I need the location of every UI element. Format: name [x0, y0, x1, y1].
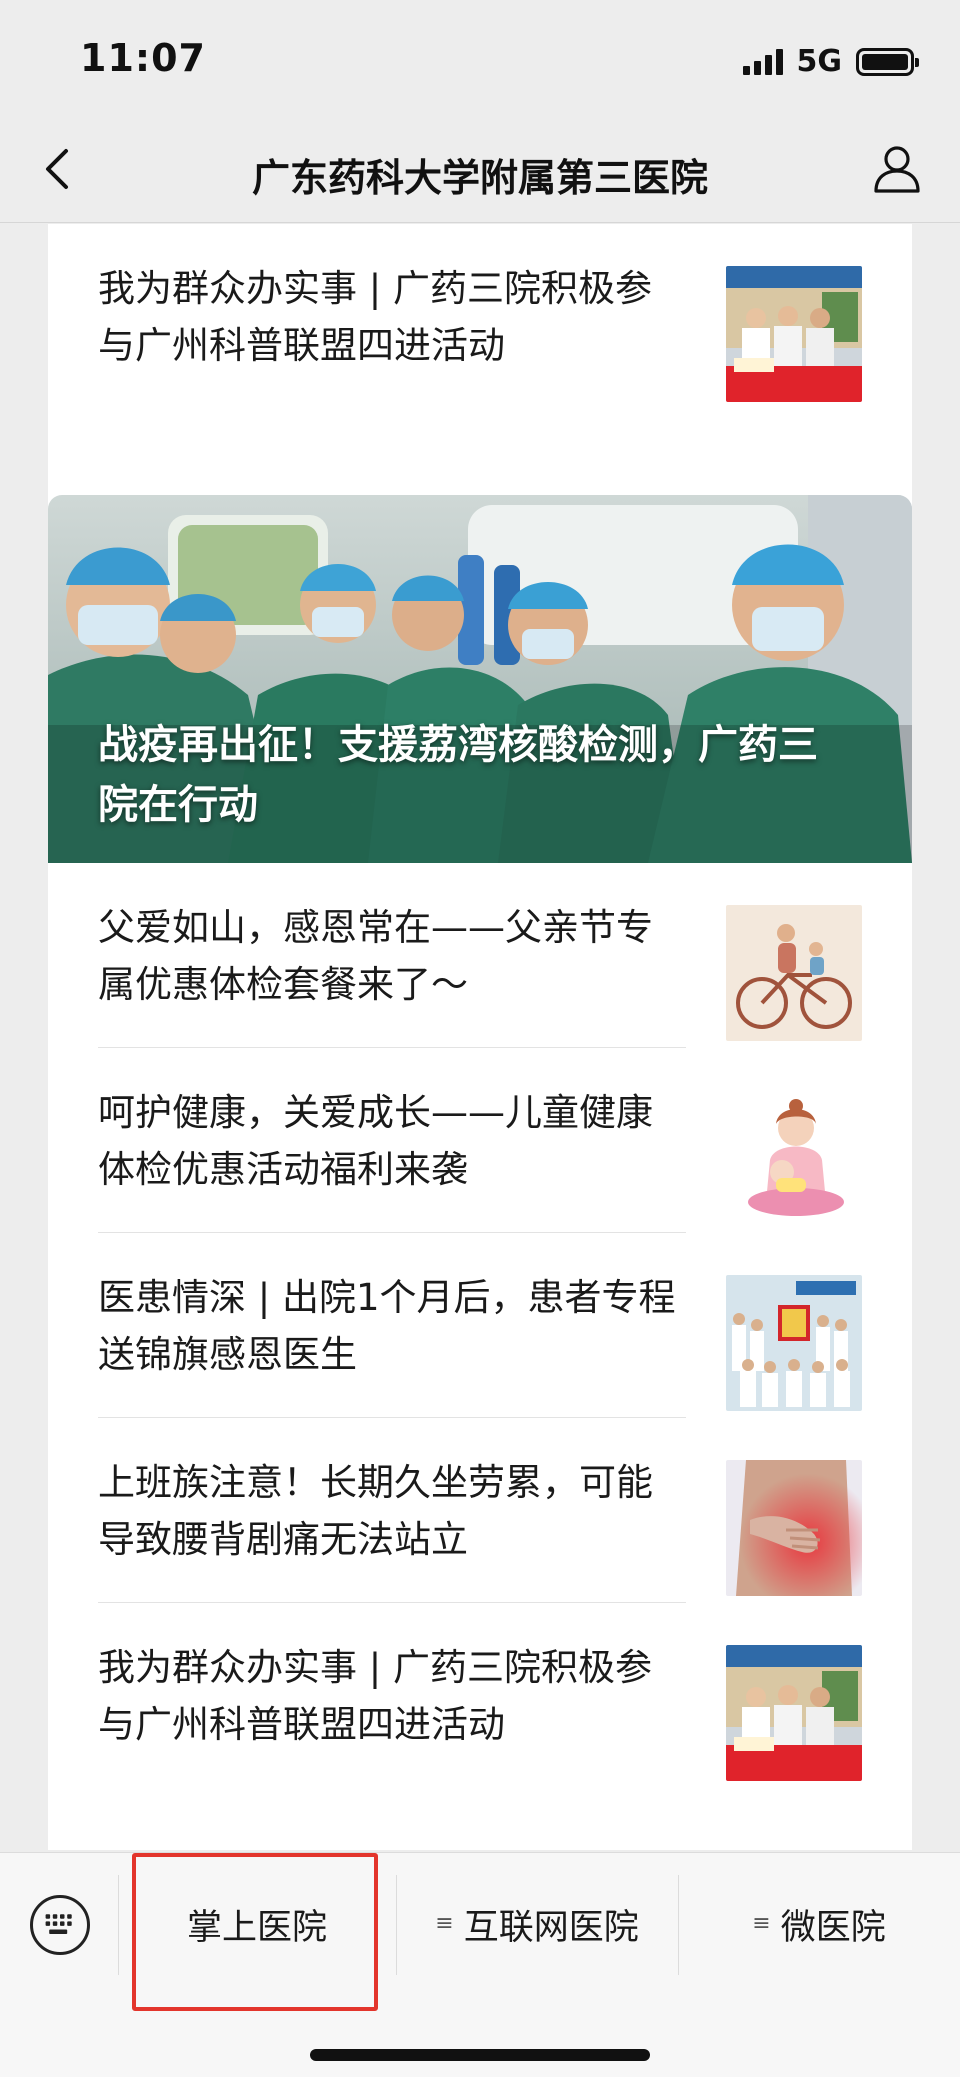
article-thumbnail: [726, 1645, 862, 1781]
keyboard-icon[interactable]: [30, 1895, 90, 1955]
article-card: 战疫再出征！支援荔湾核酸检测，广药三院在行动 父爱如山，感恩常在——父亲节专属优…: [48, 495, 912, 1850]
signal-icon: [742, 48, 783, 75]
hero-article[interactable]: 战疫再出征！支援荔湾核酸检测，广药三院在行动: [48, 495, 912, 863]
article-title: 呵护健康，关爱成长——儿童健康体检优惠活动福利来袭: [98, 1090, 653, 1191]
article-thumbnail: [726, 1090, 862, 1226]
bottom-menu-bar: 掌上医院 ≡ 互联网医院 ≡ 微医院: [0, 1852, 960, 2077]
submenu-icon: ≡: [752, 1911, 771, 1936]
article-item[interactable]: 医患情深 | 出院1个月后，患者专程送锦旗感恩医生: [98, 1233, 862, 1418]
article-item[interactable]: 呵护健康，关爱成长——儿童健康体检优惠活动福利来袭: [98, 1048, 862, 1233]
menu-item-label: 微医院: [780, 1907, 886, 1948]
menu-item-label: 互联网医院: [463, 1907, 639, 1948]
article-item[interactable]: 父爱如山，感恩常在——父亲节专属优惠体检套餐来了～: [98, 863, 862, 1048]
menu-item-internet-hospital[interactable]: ≡ 互联网医院: [396, 1883, 678, 1965]
article-item[interactable]: 上班族注意！长期久坐劳累，可能导致腰背剧痛无法站立: [98, 1418, 862, 1603]
battery-icon: [856, 47, 919, 76]
father-child-bicycle-illustration: [726, 905, 862, 1041]
article-thumbnail: [726, 1275, 862, 1411]
page-title: 广东药科大学附属第三医院: [251, 156, 708, 200]
article-title: 上班族注意！长期久坐劳累，可能导致腰背剧痛无法站立: [98, 1460, 653, 1561]
profile-icon[interactable]: [872, 143, 922, 195]
article-title: 我为群众办实事 | 广药三院积极参与广州科普联盟四进活动: [98, 266, 652, 367]
article-title: 我为群众办实事 | 广药三院积极参与广州科普联盟四进活动: [98, 1645, 652, 1746]
highlight-box: [132, 1853, 378, 2011]
back-pain-photo: [726, 1460, 862, 1596]
group-photo-banner: [726, 1275, 862, 1411]
doctors-table-photo: [726, 266, 862, 402]
article-thumbnail: [726, 266, 862, 402]
doctors-table-photo: [726, 1645, 862, 1781]
network-type: 5G: [796, 44, 843, 79]
menu-item-micro-hospital[interactable]: ≡ 微医院: [678, 1883, 960, 1965]
article-thumbnail: [726, 1460, 862, 1596]
article-title: 父爱如山，感恩常在——父亲节专属优惠体检套餐来了～: [98, 905, 653, 1006]
mother-baby-illustration: [726, 1090, 862, 1226]
status-indicators: 5G: [742, 44, 919, 79]
hero-title: 战疫再出征！支援荔湾核酸检测，广药三院在行动: [98, 722, 818, 828]
article-item[interactable]: 我为群众办实事 | 广药三院积极参与广州科普联盟四进活动: [98, 1603, 862, 1788]
article-item[interactable]: 我为群众办实事 | 广药三院积极参与广州科普联盟四进活动: [98, 224, 862, 409]
article-feed: 我为群众办实事 | 广药三院积极参与广州科普联盟四进活动 战疫再出征！支援荔湾核…: [0, 224, 960, 1850]
nav-bar: 广东药科大学附属第三医院: [0, 115, 960, 223]
article-title: 医患情深 | 出院1个月后，患者专程送锦旗感恩医生: [98, 1275, 676, 1376]
battery-fill: [862, 53, 908, 70]
home-indicator[interactable]: [310, 2049, 650, 2061]
submenu-icon: ≡: [435, 1911, 454, 1936]
article-thumbnail: [726, 905, 862, 1041]
status-bar: 11:07 5G: [0, 0, 960, 115]
status-time: 11:07: [80, 36, 206, 80]
